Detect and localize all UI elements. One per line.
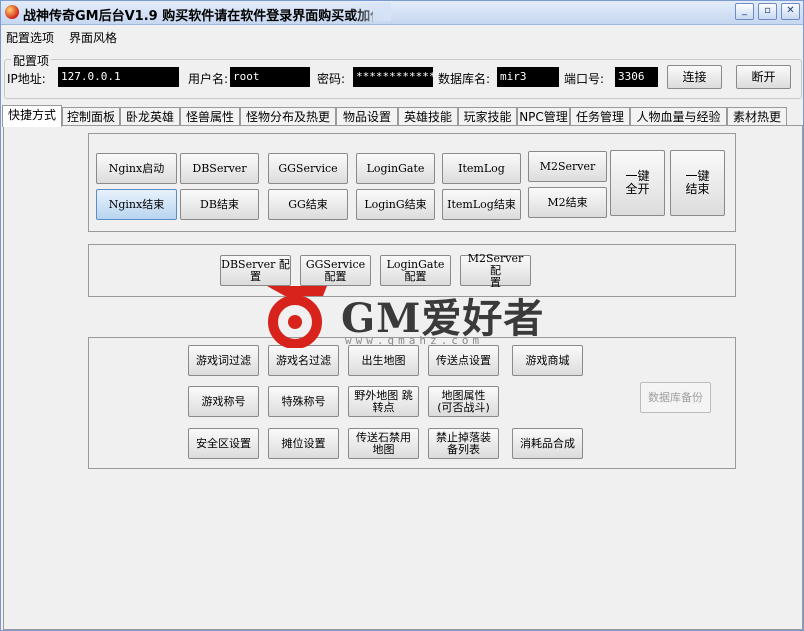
username-field[interactable]: root	[230, 67, 310, 87]
tab-quest-management[interactable]: 任务管理	[570, 107, 630, 126]
tab-shortcuts[interactable]: 快捷方式	[2, 105, 62, 127]
menu-config-options[interactable]: 配置选项	[6, 29, 54, 46]
minimize-button[interactable]: _	[735, 3, 754, 20]
dbserver-config-button[interactable]: DBServer 配 置	[220, 255, 291, 286]
tab-item-settings[interactable]: 物品设置	[336, 107, 398, 126]
itemlog-stop-button[interactable]: ItemLog结束	[442, 189, 521, 220]
nginx-stop-button[interactable]: Nginx结束	[96, 189, 177, 220]
word-filter-button[interactable]: 游戏词过滤	[188, 345, 259, 376]
window-title: 战神传奇GM后台V1.9 购买软件请在软件登录界面购买或加代	[23, 9, 373, 24]
dbserver-button[interactable]: DBServer	[180, 153, 259, 184]
tab-wolong-hero[interactable]: 卧龙英雄	[120, 107, 180, 126]
start-all-button[interactable]: 一键 全开	[610, 150, 665, 216]
tab-player-skills[interactable]: 玩家技能	[458, 107, 517, 126]
close-button[interactable]: ✕	[781, 3, 800, 20]
port-label: 端口号:	[564, 72, 605, 86]
tab-monster-attributes[interactable]: 怪兽属性	[180, 107, 240, 126]
database-field[interactable]: mir3	[497, 67, 559, 87]
m2server-config-button[interactable]: M2Server 配 置	[460, 252, 531, 288]
password-field[interactable]: *************	[353, 67, 433, 87]
menu-ui-style[interactable]: 界面风格	[69, 29, 117, 46]
database-backup-button[interactable]: 数据库备份	[640, 382, 711, 413]
tab-npc-management[interactable]: NPC管理	[517, 107, 570, 126]
tab-asset-hotupdate[interactable]: 素材热更	[727, 107, 787, 126]
safe-zone-button[interactable]: 安全区设置	[188, 428, 259, 459]
db-stop-button[interactable]: DB结束	[180, 189, 259, 220]
logingate-config-button[interactable]: LoginGate 配置	[380, 255, 451, 286]
restore-button[interactable]: ▫	[758, 3, 777, 20]
game-titles-button[interactable]: 游戏称号	[188, 386, 259, 417]
database-label: 数据库名:	[438, 72, 491, 86]
name-filter-button[interactable]: 游戏名过滤	[268, 345, 339, 376]
wild-map-jump-button[interactable]: 野外地图 跳 转点	[348, 386, 419, 417]
teleport-settings-button[interactable]: 传送点设置	[428, 345, 499, 376]
tab-hero-skills[interactable]: 英雄技能	[398, 107, 458, 126]
stop-all-button[interactable]: 一键 结束	[670, 150, 725, 216]
ggservice-config-button[interactable]: GGService 配置	[300, 255, 371, 286]
m2-stop-button[interactable]: M2结束	[528, 187, 607, 218]
menu-bar: 配置选项 界面风格	[1, 25, 803, 47]
password-label: 密码:	[317, 72, 346, 86]
tab-monster-spawn[interactable]: 怪物分布及热更	[240, 107, 336, 126]
special-titles-button[interactable]: 特殊称号	[268, 386, 339, 417]
ip-field[interactable]: 127.0.0.1	[58, 67, 179, 87]
tab-character-hp-exp[interactable]: 人物血量与经验	[630, 107, 727, 126]
drop-ban-list-button[interactable]: 禁止掉落装 备列表	[428, 428, 499, 459]
map-properties-button[interactable]: 地图属性 (可否战斗)	[428, 386, 499, 417]
username-label: 用户名:	[188, 72, 229, 86]
connect-button[interactable]: 连接	[667, 65, 722, 89]
gg-stop-button[interactable]: GG结束	[268, 189, 348, 220]
birth-map-button[interactable]: 出生地图	[348, 345, 419, 376]
ip-label: IP地址:	[7, 72, 46, 86]
logingate-stop-button[interactable]: LoginG结束	[356, 189, 435, 220]
tab-strip: 快捷方式 控制面板 卧龙英雄 怪兽属性 怪物分布及热更 物品设置 英雄技能 玩家…	[1, 105, 804, 127]
main-window: 战神传奇GM后台V1.9 购买软件请在软件登录界面购买或加代 _ ▫ ✕ 配置选…	[0, 0, 804, 631]
logingate-button[interactable]: LoginGate	[356, 153, 435, 184]
stall-settings-button[interactable]: 摊位设置	[268, 428, 339, 459]
ggservice-button[interactable]: GGService	[268, 153, 348, 184]
app-logo-icon	[5, 5, 19, 19]
m2server-button[interactable]: M2Server	[528, 151, 607, 182]
teleport-stone-ban-button[interactable]: 传送石禁用 地图	[348, 428, 419, 459]
port-field[interactable]: 3306	[615, 67, 658, 87]
nginx-start-button[interactable]: Nginx启动	[96, 153, 177, 184]
consumable-synthesis-button[interactable]: 消耗品合成	[512, 428, 583, 459]
game-shop-button[interactable]: 游戏商城	[512, 345, 583, 376]
tab-control-panel[interactable]: 控制面板	[62, 107, 120, 126]
itemlog-button[interactable]: ItemLog	[442, 153, 521, 184]
disconnect-button[interactable]: 断开	[736, 65, 791, 89]
title-bar: 战神传奇GM后台V1.9 购买软件请在软件登录界面购买或加代 _ ▫ ✕	[1, 1, 803, 25]
config-group-legend: 配置项	[11, 52, 52, 69]
title-fade	[351, 3, 391, 21]
